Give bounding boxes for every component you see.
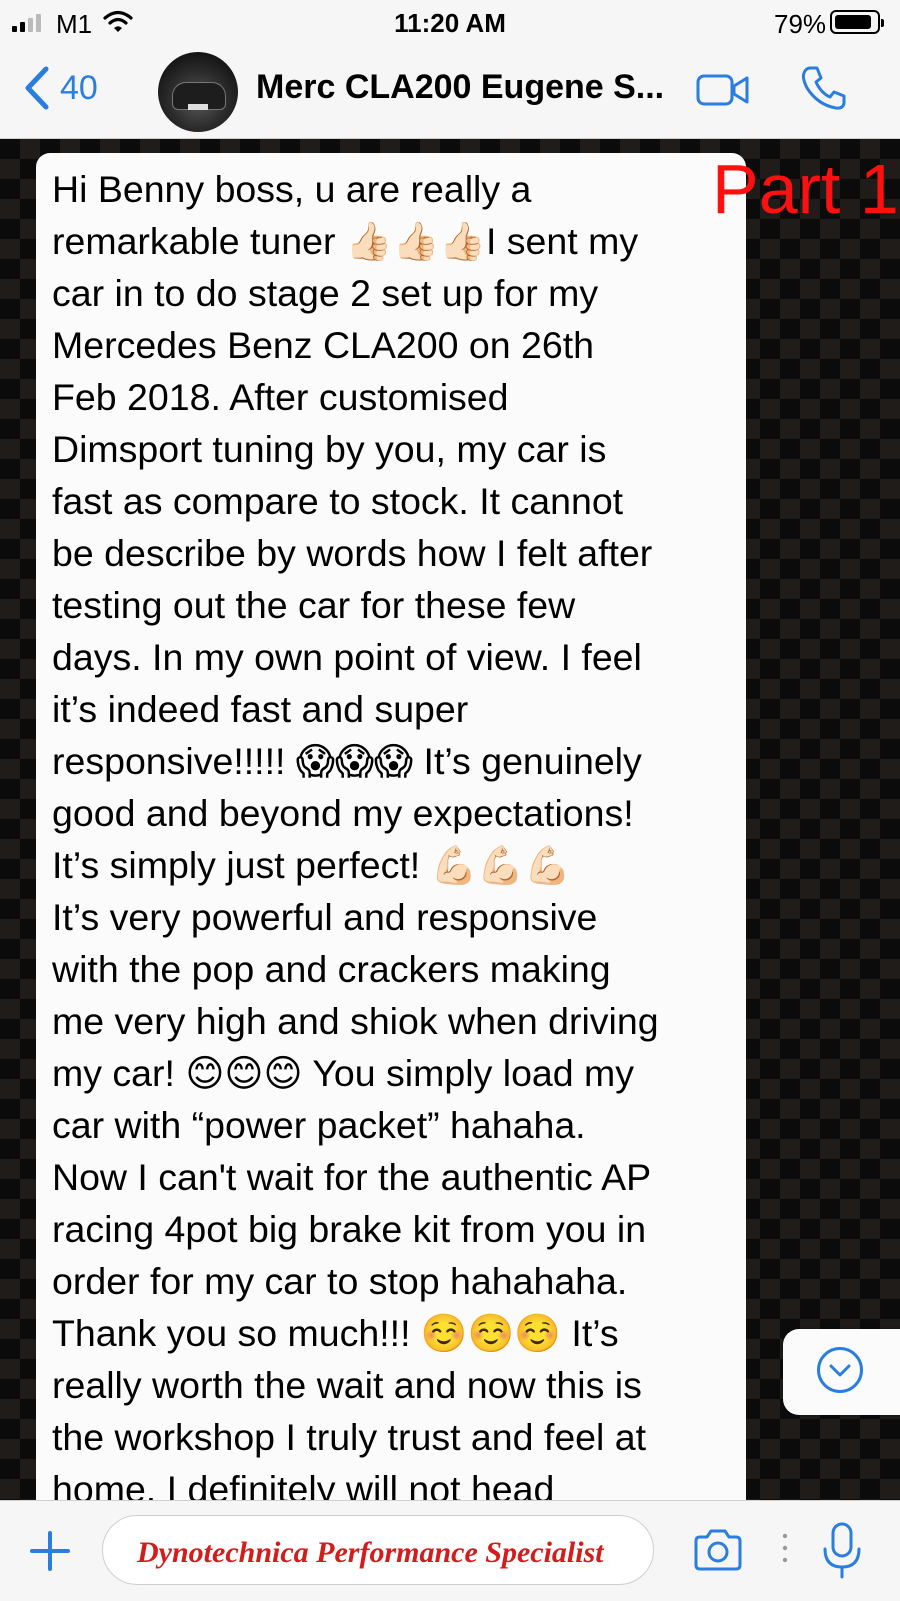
clock: 11:20 AM: [394, 8, 506, 38]
unread-count: 40: [60, 68, 98, 107]
voice-record-button[interactable]: [820, 1521, 864, 1586]
contact-name[interactable]: Merc CLA200 Eugene S...: [256, 68, 664, 107]
chat-header: 40 Merc CLA200 Eugene S...: [0, 44, 900, 139]
divider-dots: [780, 1531, 790, 1572]
scroll-to-bottom-button[interactable]: [783, 1329, 900, 1415]
camera-button[interactable]: [692, 1529, 744, 1576]
part-label: Part 1: [712, 150, 899, 228]
voice-call-button[interactable]: [800, 64, 848, 117]
battery-percent: 79%: [774, 9, 827, 39]
plus-icon: [30, 1531, 70, 1571]
phone-icon: [801, 66, 846, 110]
back-button[interactable]: 40: [24, 66, 98, 110]
message-input[interactable]: Dynotechnica Performance Specialist: [102, 1515, 654, 1585]
chevron-left-icon: [25, 66, 49, 110]
video-call-icon: [696, 74, 749, 106]
message-bubble[interactable]: Hi Benny boss, u are really a remarkable…: [36, 153, 746, 1500]
input-bar: Dynotechnica Performance Specialist: [0, 1500, 900, 1601]
chat-area[interactable]: Hi Benny boss, u are really a remarkable…: [0, 139, 900, 1500]
chevron-down-circle-icon: [817, 1347, 863, 1393]
camera-icon: [694, 1529, 742, 1571]
watermark-text: Dynotechnica Performance Specialist: [137, 1536, 604, 1569]
battery-icon: [830, 10, 884, 34]
video-call-button[interactable]: [696, 72, 750, 113]
contact-avatar[interactable]: [158, 52, 238, 132]
message-text: Hi Benny boss, u are really a remarkable…: [52, 168, 659, 1500]
attach-button[interactable]: [28, 1529, 72, 1578]
microphone-icon: [823, 1522, 861, 1579]
status-bar: M1 11:20 AM 79%: [0, 0, 900, 44]
